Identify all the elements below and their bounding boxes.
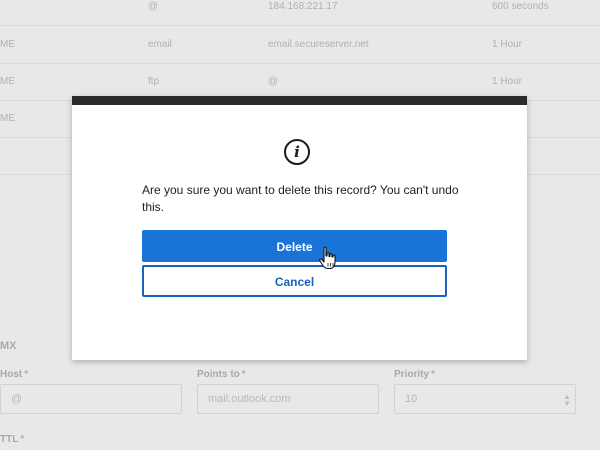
cancel-button[interactable]: Cancel: [142, 265, 447, 297]
dialog-header-bar: [72, 96, 527, 105]
dialog-message: Are you sure you want to delete this rec…: [142, 183, 459, 214]
confirm-delete-dialog: i Are you sure you want to delete this r…: [72, 96, 527, 360]
info-icon: i: [284, 139, 310, 165]
delete-button[interactable]: Delete: [142, 230, 447, 262]
hand-pointer-icon: [319, 246, 336, 270]
